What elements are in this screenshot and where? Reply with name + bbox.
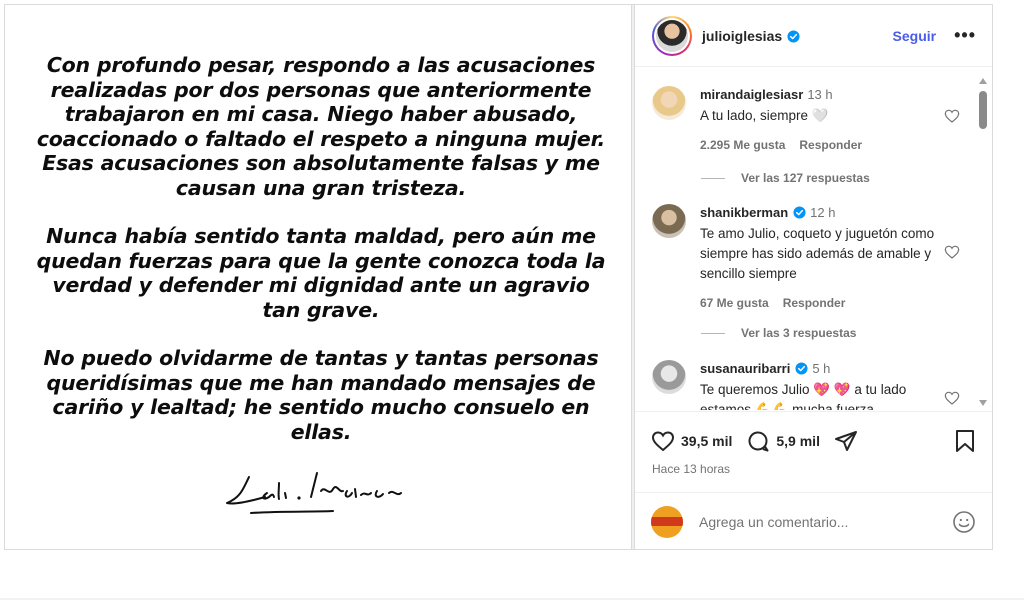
commenter-username[interactable]: shanikberman (700, 205, 788, 220)
comments-panel: julioiglesias Seguir ••• mirandaiglesias… (635, 5, 992, 549)
commenter-username[interactable]: mirandaiglesiasr (700, 87, 803, 102)
statement-paragraph-3: No puedo olvidarme de tantas y tantas pe… (43, 346, 599, 444)
share-send-icon[interactable] (834, 429, 858, 453)
commenter-avatar[interactable] (652, 86, 686, 120)
reply-button[interactable]: Responder (799, 138, 862, 152)
replies-line (701, 332, 725, 334)
heart-outline-icon[interactable] (944, 390, 960, 406)
post-timestamp: Hace 13 horas (652, 462, 731, 476)
add-comment-input[interactable] (699, 513, 929, 530)
commenter-avatar[interactable] (652, 360, 686, 394)
comments-scrollbar[interactable] (978, 78, 988, 406)
comment-time: 13 h (807, 87, 833, 102)
add-comment-bar (635, 492, 992, 550)
scroll-up-arrow-icon[interactable] (979, 78, 987, 84)
author-avatar[interactable] (652, 15, 692, 56)
current-user-avatar (651, 505, 683, 538)
comment-likes[interactable]: 67 Me gusta (700, 296, 769, 310)
comments-count[interactable]: 5,9 mil (776, 433, 820, 449)
reply-button[interactable]: Responder (783, 296, 846, 310)
page-bottom-rule (0, 598, 1024, 600)
author-username[interactable]: julioiglesias (702, 28, 800, 44)
statement-paragraph-1: Con profundo pesar, respondo a las acusa… (36, 53, 606, 200)
post-actions-section: 39,5 mil 5,9 mil Hace 13 horas (635, 411, 992, 491)
comment-likes[interactable]: 2.295 Me gusta (700, 138, 785, 152)
follow-button[interactable]: Seguir (893, 28, 937, 44)
likes-count[interactable]: 39,5 mil (681, 433, 732, 449)
instagram-post-modal: Con profundo pesar, respondo a las acusa… (4, 4, 993, 550)
view-replies-button[interactable]: Ver las 3 respuestas (701, 326, 856, 340)
post-header: julioiglesias Seguir ••• (635, 5, 992, 67)
comment-time: 12 h (810, 205, 836, 220)
verified-badge-icon (787, 29, 800, 43)
statement-paragraph-2: Nunca había sentido tanta maldad, pero a… (36, 224, 606, 322)
commenter-username[interactable]: susanauribarri (700, 361, 790, 376)
heart-outline-icon[interactable] (944, 108, 960, 124)
comment-bubble-icon[interactable] (746, 429, 770, 453)
view-replies-button[interactable]: Ver las 127 respuestas (701, 171, 870, 185)
handwritten-signature (226, 472, 402, 514)
comment-text: Te queremos Julio 💖 💖 a tu lado estamos … (700, 382, 907, 410)
scroll-thumb[interactable] (979, 91, 987, 129)
post-actions: 39,5 mil 5,9 mil (651, 428, 976, 454)
comments-list: mirandaiglesiasr 13 h A tu lado, siempre … (635, 68, 975, 410)
emoji-smiley-icon[interactable] (952, 510, 976, 534)
like-heart-icon[interactable] (651, 429, 675, 453)
scroll-down-arrow-icon[interactable] (979, 400, 987, 406)
comment-text: Te amo Julio, coqueto y juguetón como si… (700, 226, 935, 281)
save-bookmark-icon[interactable] (954, 429, 976, 453)
post-image: Con profundo pesar, respondo a las acusa… (5, 5, 631, 549)
replies-line (701, 177, 725, 179)
verified-badge-icon (793, 206, 806, 219)
more-options-icon[interactable]: ••• (954, 25, 976, 46)
comment-item: susanauribarri 5 h Te queremos Julio 💖 💖 … (652, 360, 972, 410)
statement-text: Con profundo pesar, respondo a las acusa… (31, 53, 611, 468)
verified-badge-icon (795, 362, 808, 375)
commenter-avatar[interactable] (652, 204, 686, 238)
comment-time: 5 h (812, 361, 831, 376)
comment-item: shanikberman 12 h Te amo Julio, coqueto y… (652, 204, 972, 324)
heart-outline-icon[interactable] (944, 244, 960, 260)
comment-text: A tu lado, siempre 🤍 (700, 108, 829, 123)
